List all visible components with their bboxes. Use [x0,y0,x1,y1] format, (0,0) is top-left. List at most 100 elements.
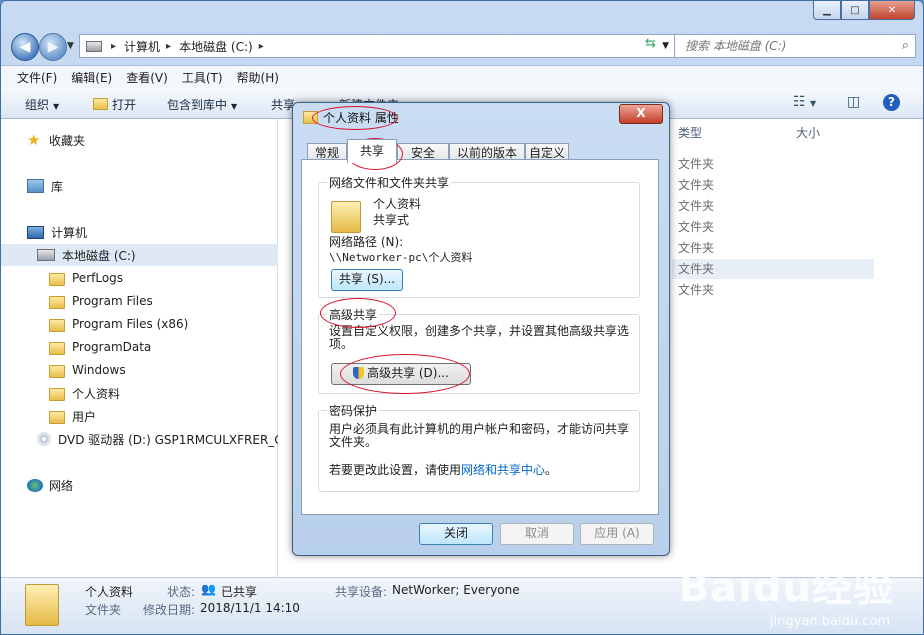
list-item[interactable]: 文件夹 [672,154,874,174]
list-item[interactable]: 文件夹 [672,238,874,258]
chevron-down-icon: ▼ [53,102,60,111]
details-name: 个人资料 [85,585,134,599]
watermark-url: jingyan.baidu.com [770,614,890,629]
nav-computer[interactable]: 计算机 [1,221,303,243]
close-button[interactable]: ✕ [869,1,915,20]
search-box[interactable]: ⌕ [674,34,916,58]
nav-folder-program-files-x86[interactable]: Program Files (x86) [1,313,325,335]
star-icon: ★ [27,131,41,149]
list-item[interactable]: 文件夹 [672,196,874,216]
nav-favorites[interactable]: ★ 收藏夹 [1,129,303,151]
folder-icon [49,295,65,309]
search-input[interactable] [683,38,887,54]
watermark-logo: Baidu经验 [678,565,894,611]
preview-pane-icon[interactable]: ◫ [847,94,860,110]
details-share-value: NetWorker; Everyone [392,583,520,597]
menu-help[interactable]: 帮助(H) [237,69,279,86]
include-in-library-button[interactable]: 包含到库中 ▼ [167,96,237,113]
breadcrumb-computer[interactable]: 计算机 [124,38,160,55]
nav-folder-program-files[interactable]: Program Files [1,290,325,312]
list-item[interactable]: 文件夹 [672,217,874,237]
network-path-value: \\Networker-pc\个人资料 [329,251,473,264]
tab-sharing[interactable]: 共享 [347,139,397,163]
network-sharing-label: 网络文件和文件夹共享 [327,174,452,191]
organize-button[interactable]: 组织 ▼ [25,96,59,113]
list-item[interactable]: 文件夹 [672,259,874,279]
folder-icon [49,318,65,332]
advanced-sharing-label: 高级共享 [327,306,380,323]
nav-folder-programdata[interactable]: ProgramData [1,336,325,358]
cancel-button[interactable]: 取消 [500,523,574,545]
view-options-icon[interactable]: ☷ ▼ [793,94,816,110]
folder-icon [49,364,65,378]
chevron-right-icon: ▸ [166,40,172,52]
menu-file[interactable]: 文件(F) [17,69,57,86]
library-icon [27,179,44,193]
details-modified-value: 2018/11/1 14:10 [200,601,300,615]
password-protection-description: 用户必须具有此计算机的用户帐户和密码，才能访问共享文件夹。 [329,422,630,449]
column-type[interactable]: 类型 [678,119,702,147]
nav-network[interactable]: 网络 [1,474,303,496]
folder-icon [49,410,65,424]
menu-bar: 文件(F) 编辑(E) 查看(V) 工具(T) 帮助(H) [1,65,923,88]
folder-icon [331,201,361,233]
nav-dvd-drive[interactable]: DVD 驱动器 (D:) GSP1RMCULXFRER_C [1,428,313,450]
details-state-value: 已共享 [221,585,258,599]
nav-folder-personal[interactable]: 个人资料 [1,382,325,404]
uac-shield-icon [353,367,365,379]
close-dialog-button[interactable]: 关闭 [419,523,493,545]
folder-icon [25,584,59,626]
nav-folder-windows[interactable]: Windows [1,359,325,381]
address-bar[interactable]: ▸ 计算机 ▸ 本地磁盘 (C:) ▸ ▼ [79,34,676,58]
menu-view[interactable]: 查看(V) [126,69,168,86]
network-sharing-center-link[interactable]: 网络和共享中心 [461,463,545,477]
recent-pages-dropdown[interactable]: ▼ [67,41,74,51]
open-button[interactable]: 打开 [93,96,136,113]
details-type: 文件夹 [85,603,122,617]
nav-libraries[interactable]: 库 [1,175,303,197]
share-button[interactable]: 共享 (S)... [331,269,403,291]
dialog-close-button[interactable]: X [619,104,663,124]
folder-name: 个人资料 [373,197,422,211]
folder-icon [49,272,65,286]
network-icon [27,478,43,492]
caption-buttons: ▁ □ ✕ [813,1,915,20]
drive-icon [37,249,55,261]
menu-tools[interactable]: 工具(T) [182,69,223,86]
column-size[interactable]: 大小 [796,119,820,147]
folder-icon [49,387,65,401]
navigation-pane: ★ 收藏夹 库 计算机 本地磁盘 (C:) PerfLogs Program Fi… [1,119,313,577]
list-item[interactable]: 文件夹 [672,280,874,300]
drive-icon [86,40,102,52]
details-share-label: 共享设备: [335,585,388,599]
chevron-right-icon: ▸ [111,40,117,52]
search-icon[interactable]: ⌕ [902,38,909,53]
advanced-sharing-group: 高级共享 设置自定义权限，创建多个共享，并设置其他高级共享选项。 高级共享 (D… [318,306,640,394]
apply-button[interactable]: 应用 (A) [580,523,654,545]
advanced-sharing-description: 设置自定义权限，创建多个共享，并设置其他高级共享选项。 [329,324,630,351]
list-item[interactable]: 文件夹 [672,175,874,195]
dialog-title: 个人资料 属性 [323,111,399,125]
password-change-text: 若要更改此设置，请使用网络和共享中心。 [329,463,558,477]
help-icon[interactable]: ? [883,94,900,111]
refresh-icon[interactable]: ⇆ [645,36,665,54]
folder-icon [303,111,318,124]
nav-folder-perflogs[interactable]: PerfLogs [1,267,325,289]
shared-users-icon: 👥 [201,582,216,596]
menu-edit[interactable]: 编辑(E) [71,69,112,86]
network-sharing-group: 网络文件和文件夹共享 个人资料 共享式 网络路径 (N): \\Networke… [318,174,640,298]
breadcrumb-drive-c[interactable]: 本地磁盘 (C:) [179,38,253,55]
password-protection-label: 密码保护 [327,402,380,419]
advanced-sharing-button[interactable]: 高级共享 (D)... [331,363,471,385]
back-button[interactable]: ◀ [11,33,39,61]
nav-drive-c[interactable]: 本地磁盘 (C:) [1,244,313,266]
chevron-right-icon: ▸ [258,40,264,52]
network-path-label: 网络路径 (N): [329,235,404,249]
maximize-button[interactable]: □ [841,1,869,20]
sharing-panel: 网络文件和文件夹共享 个人资料 共享式 网络路径 (N): \\Networke… [301,159,659,515]
properties-dialog: 个人资料 属性 X 常规 共享 安全 以前的版本 自定义 网络文件和文件夹共享 … [292,102,670,556]
minimize-button[interactable]: ▁ [813,1,841,20]
folder-icon [49,341,65,355]
nav-folder-users[interactable]: 用户 [1,405,325,427]
forward-button[interactable]: ▶ [39,33,67,61]
